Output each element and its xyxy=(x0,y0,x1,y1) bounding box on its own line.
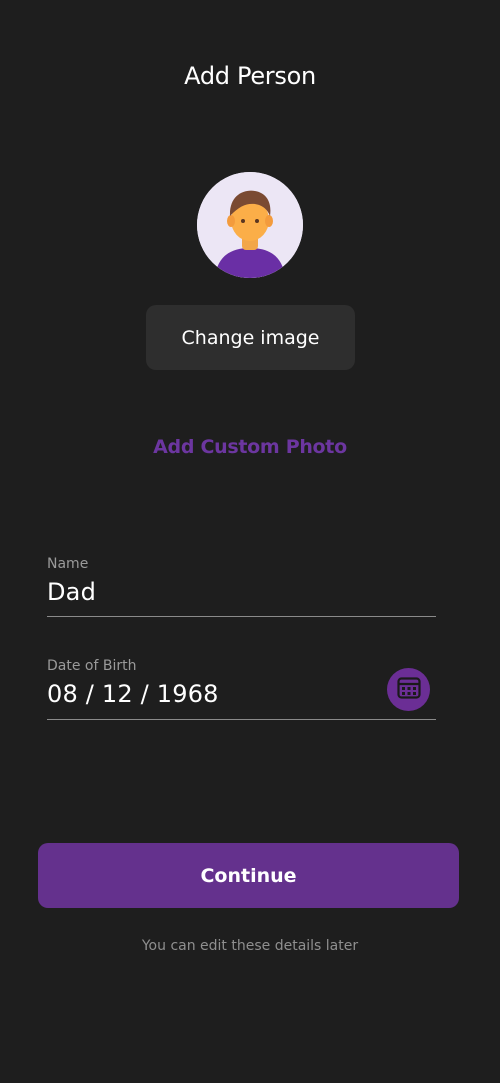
continue-button[interactable]: Continue xyxy=(38,843,459,908)
add-custom-photo-link[interactable]: Add Custom Photo xyxy=(0,436,500,458)
person-avatar-icon[interactable] xyxy=(197,172,303,278)
name-label: Name xyxy=(47,556,89,572)
date-of-birth-input[interactable]: 08 / 12 / 1968 xyxy=(47,680,219,708)
name-field[interactable]: Name Dad xyxy=(47,556,436,617)
change-image-button[interactable]: Change image xyxy=(146,305,355,370)
calendar-icon xyxy=(396,676,421,703)
calendar-button[interactable] xyxy=(387,668,430,711)
date-of-birth-label: Date of Birth xyxy=(47,658,137,674)
page-title: Add Person xyxy=(184,62,316,90)
date-of-birth-field[interactable]: Date of Birth 08 / 12 / 1968 xyxy=(47,658,436,720)
name-input[interactable]: Dad xyxy=(47,578,96,606)
edit-later-hint: You can edit these details later xyxy=(141,938,359,954)
